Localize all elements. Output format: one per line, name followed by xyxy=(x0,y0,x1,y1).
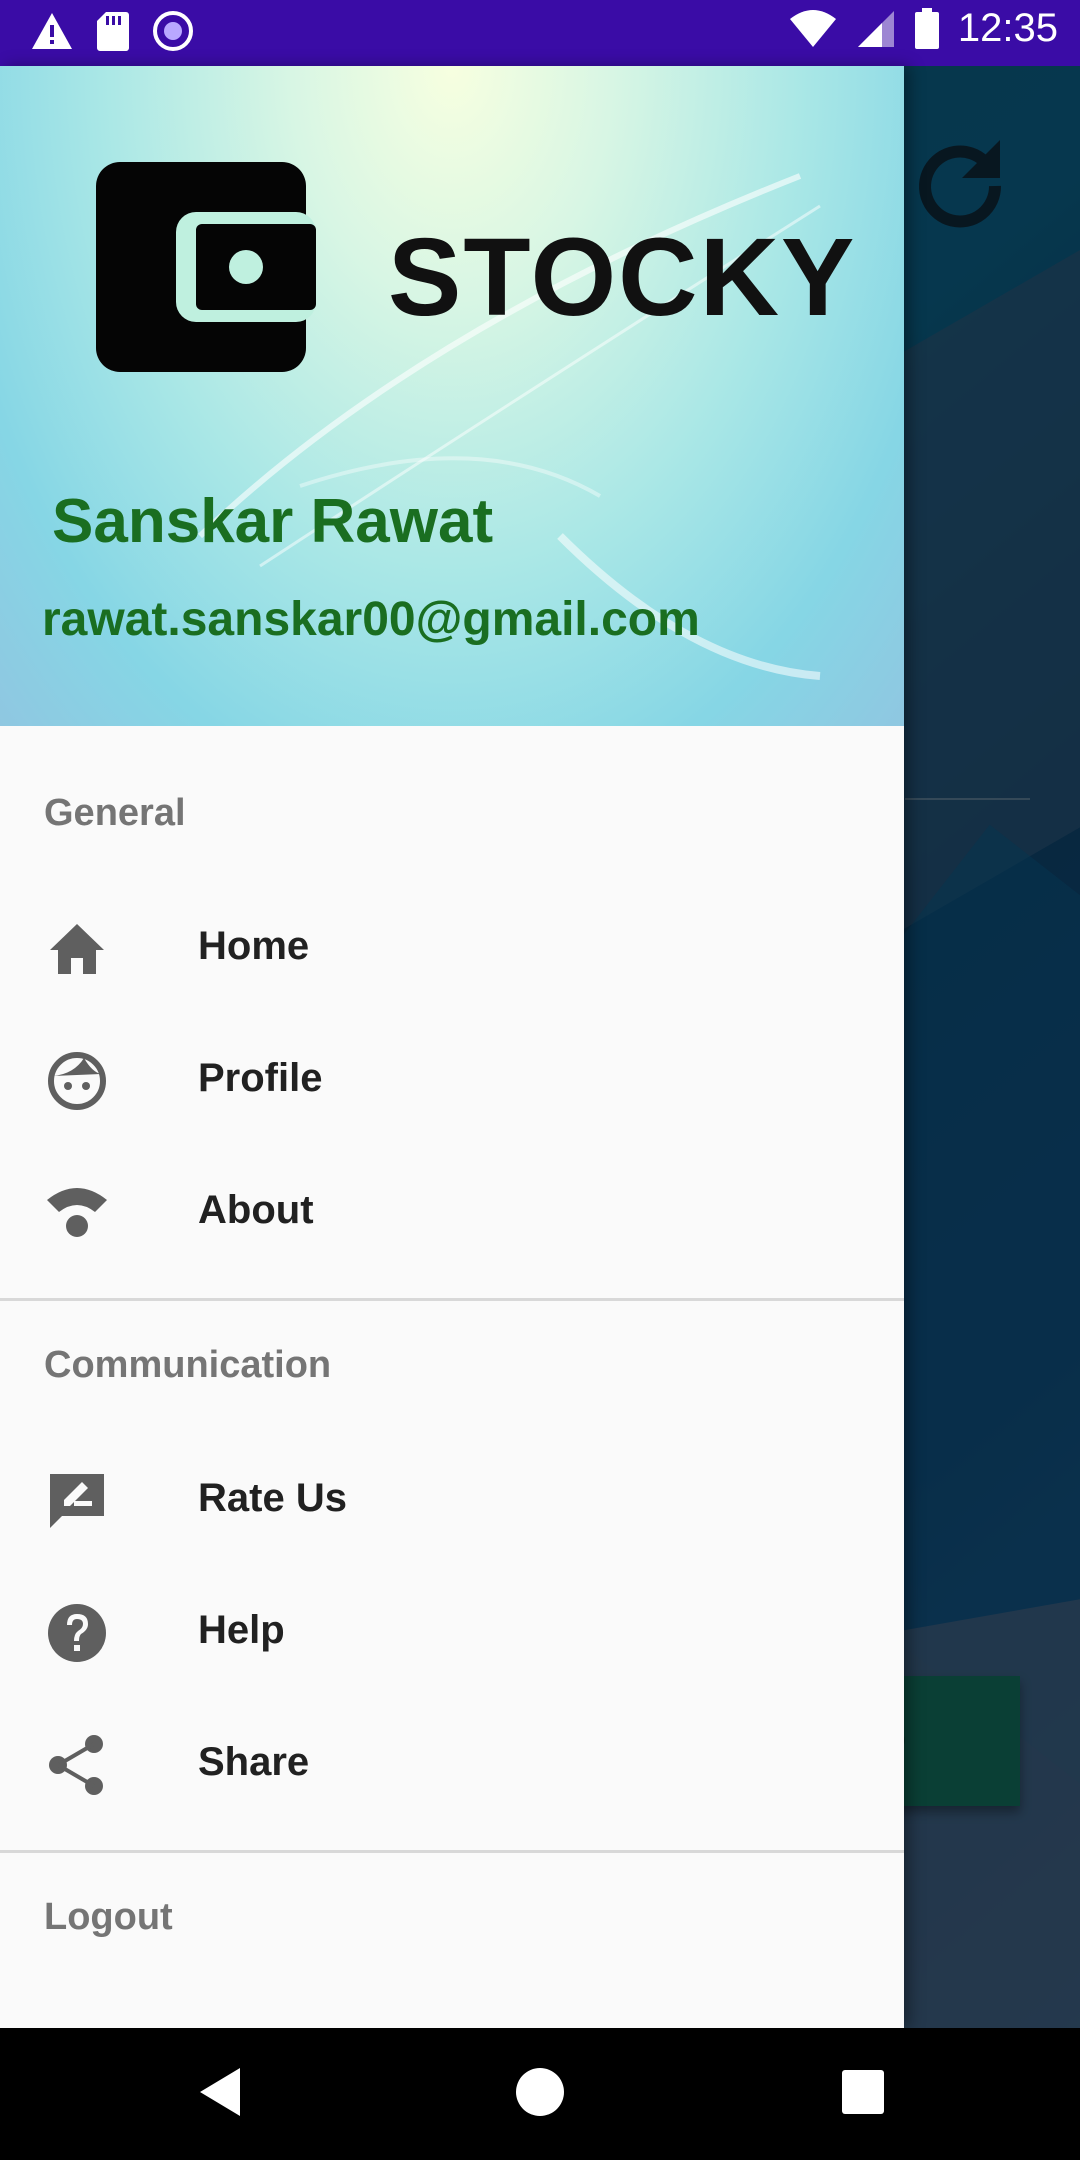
warning-icon xyxy=(32,13,72,49)
nav-item-label: Share xyxy=(198,1740,310,1784)
nav-item-home[interactable]: Home xyxy=(0,886,904,1006)
system-nav-bar xyxy=(0,2028,1080,2160)
section-title-general: General xyxy=(44,792,186,834)
back-icon[interactable] xyxy=(196,2064,246,2120)
wifi-about-icon xyxy=(47,1188,107,1237)
section-divider xyxy=(0,1850,904,1853)
user-name: Sanskar Rawat xyxy=(52,487,494,556)
face-icon xyxy=(48,1052,106,1110)
signal-icon xyxy=(857,10,894,47)
nav-item-profile[interactable]: Profile xyxy=(0,1018,904,1138)
rate-review-icon xyxy=(50,1474,104,1528)
nav-item-label: Home xyxy=(198,924,310,968)
nav-item-share[interactable]: Share xyxy=(0,1702,904,1822)
share-icon xyxy=(49,1735,103,1795)
status-time: 12:35 xyxy=(957,6,1058,50)
section-title-communication: Communication xyxy=(44,1344,332,1386)
circle-app-icon xyxy=(153,11,193,51)
nav-item-rate-us[interactable]: Rate Us xyxy=(0,1438,904,1558)
recents-icon[interactable] xyxy=(838,2064,886,2120)
nav-item-help[interactable]: Help xyxy=(0,1570,904,1690)
navigation-drawer: STOCKY Sanskar Rawat rawat.sanskar00@gma… xyxy=(0,66,904,2028)
section-divider xyxy=(0,1298,904,1301)
logout-item[interactable]: Logout xyxy=(44,1896,173,1939)
wallet-logo-icon xyxy=(96,162,316,372)
home-icon xyxy=(50,924,104,974)
nav-item-about[interactable]: About xyxy=(0,1150,904,1270)
sd-card-icon xyxy=(97,12,129,51)
wifi-icon xyxy=(789,9,836,47)
nav-item-label: Profile xyxy=(198,1056,323,1100)
battery-icon xyxy=(914,7,939,49)
nav-item-label: Rate Us xyxy=(198,1476,347,1520)
nav-item-label: Help xyxy=(198,1608,285,1652)
status-bar: 12:35 xyxy=(0,0,1080,66)
brand-title: STOCKY xyxy=(388,216,857,339)
nav-item-label: About xyxy=(198,1188,314,1232)
home-circle-icon[interactable] xyxy=(514,2064,566,2120)
drawer-header: STOCKY Sanskar Rawat rawat.sanskar00@gma… xyxy=(0,66,904,726)
help-icon xyxy=(48,1604,106,1662)
user-email: rawat.sanskar00@gmail.com xyxy=(42,593,700,646)
